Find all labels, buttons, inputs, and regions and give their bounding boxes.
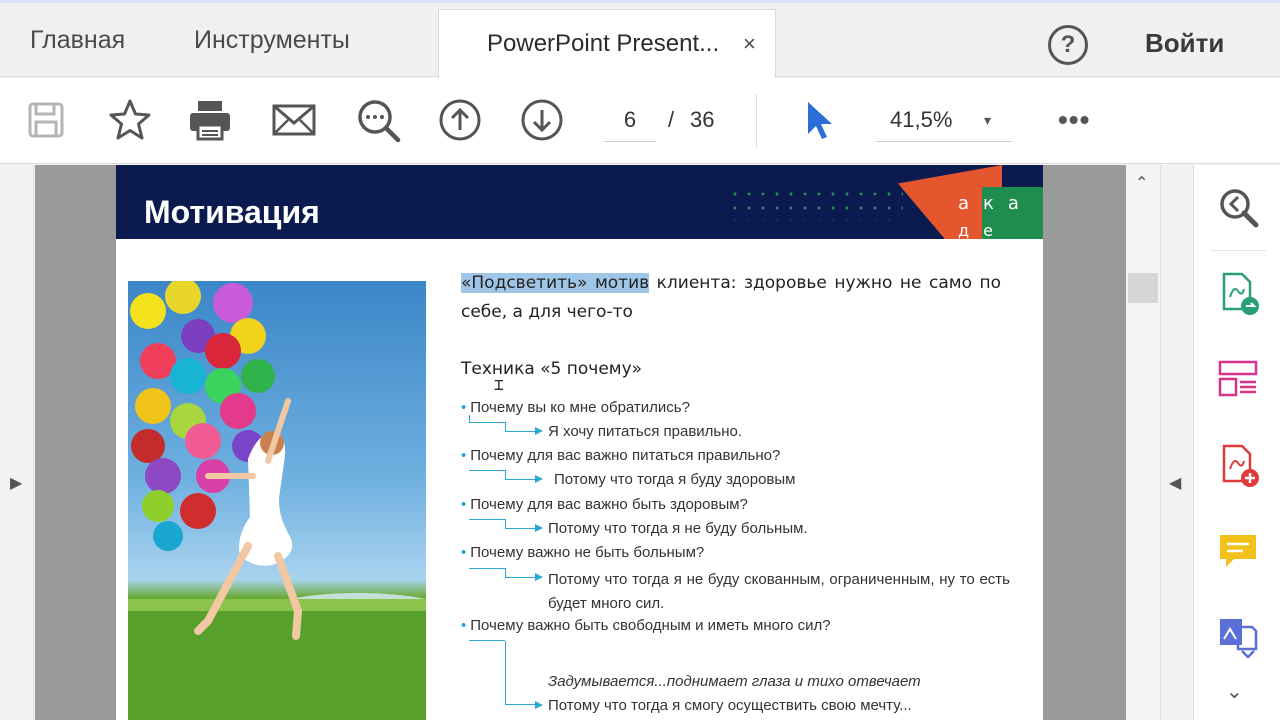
more-icon[interactable]: ••• [1058,102,1090,138]
tab-document[interactable]: PowerPoint Present... × [438,9,776,78]
tools-panel: ⌄ [1193,165,1280,720]
expand-left-icon: ▶ [10,475,23,492]
toolbar: 6 / 36 41,5% ▾ ••• [0,78,1280,164]
connector-3-h [469,519,505,520]
tab-bar: Главная Инструменты PowerPoint Present..… [0,3,1280,78]
signin-button[interactable]: Войти [1145,3,1224,83]
arrow-1 [535,427,543,435]
intro-text: «Подсветить» мотив клиента: здоровье нуж… [461,269,1001,327]
slide-header: Мотивация ака де [116,165,1043,240]
left-panel-toggle[interactable]: ▶ [0,165,34,720]
help-icon[interactable]: ? [1048,25,1088,65]
pdf-page: Мотивация ака де «Подсветить» мотив клие… [116,165,1043,720]
vertical-scrollbar[interactable]: ⌃ [1126,165,1160,720]
chevron-down-icon: ▾ [984,112,992,128]
mail-icon[interactable] [270,96,318,144]
save-icon[interactable] [22,96,70,144]
create-pdf-icon[interactable] [1216,443,1260,487]
toolbar-divider [756,94,757,148]
page-up-icon[interactable] [436,96,484,144]
question-3: • Почему для вас важно быть здоровым? [461,496,748,513]
scroll-thumb[interactable] [1128,273,1158,303]
tab-tools[interactable]: Инструменты [194,3,350,77]
answer-1: Я хочу питаться правильно. [548,423,743,440]
zoom-value: 41,5% [890,107,953,132]
arrow-4 [535,573,543,581]
collapse-right-icon: ◀ [1169,475,1182,492]
page-number-input[interactable]: 6 [604,102,656,142]
zoom-dropdown[interactable]: 41,5% ▾ [876,102,1012,142]
logo-text-bottom: де [958,221,1007,240]
print-icon[interactable] [186,96,234,144]
tab-home[interactable]: Главная [30,3,125,77]
star-icon[interactable] [106,96,154,144]
comment-icon[interactable] [1216,529,1260,573]
text-cursor-icon: ⌶ [494,375,504,394]
tools-divider [1210,250,1266,251]
question-5: • Почему важно быть свободным и иметь мно… [461,617,831,634]
balloons-photo [128,281,426,720]
zoom-tool-icon[interactable] [1216,185,1260,229]
answer-3: Потому что тогда я не буду больным. [548,520,808,537]
zoom-search-icon[interactable] [354,96,402,144]
organize-pages-icon[interactable] [1216,357,1260,401]
export-pdf-icon[interactable] [1216,271,1260,315]
edit-pdf-icon[interactable] [1216,615,1260,659]
connector-1-h [469,422,505,423]
connector-4-b [505,568,535,578]
scroll-up-icon[interactable]: ⌃ [1135,173,1148,193]
answer-5: Потому что тогда я смогу осуществить сво… [548,697,912,714]
connector-3-b [505,519,535,529]
connector-2-b [505,470,535,480]
page-down-icon[interactable] [518,96,566,144]
right-panel-toggle[interactable]: ◀ [1160,165,1192,720]
question-1: • Почему вы ко мне обратились? [461,399,690,416]
question-2: • Почему для вас важно питаться правильно… [461,447,781,464]
select-cursor-icon[interactable] [794,96,842,144]
document-viewer: ▶ Мотивация ака де «Подсветить» мотив кл… [0,165,1192,720]
thinking-note: Задумывается...поднимает глаза и тихо от… [548,673,921,690]
connector-5-b [505,641,535,705]
connector-2-h [469,470,505,471]
dot-pattern [728,187,903,221]
logo-text-top: ака [958,193,1033,214]
arrow-2 [535,475,543,483]
close-tab-icon[interactable]: × [743,10,756,78]
connector-5-h [469,639,505,641]
page-total: 36 [690,107,715,132]
question-4: • Почему важно не быть больным? [461,544,705,561]
answer-4: Потому что тогда я не буду скованным, ог… [548,571,1010,612]
page-separator: / [668,107,675,132]
connector-4-h [469,568,505,569]
tools-scroll-down-icon[interactable]: ⌄ [1226,679,1243,704]
tab-document-label: PowerPoint Present... [487,30,720,57]
arrow-5 [535,701,543,709]
answer-2: Потому что тогда я буду здоровым [554,471,796,488]
highlighted-text: «Подсветить» мотив [461,273,650,293]
connector-1-b [505,422,535,432]
technique-heading: Техника «5 почему» [461,359,643,379]
slide-title: Мотивация [144,194,320,230]
arrow-3 [535,524,543,532]
